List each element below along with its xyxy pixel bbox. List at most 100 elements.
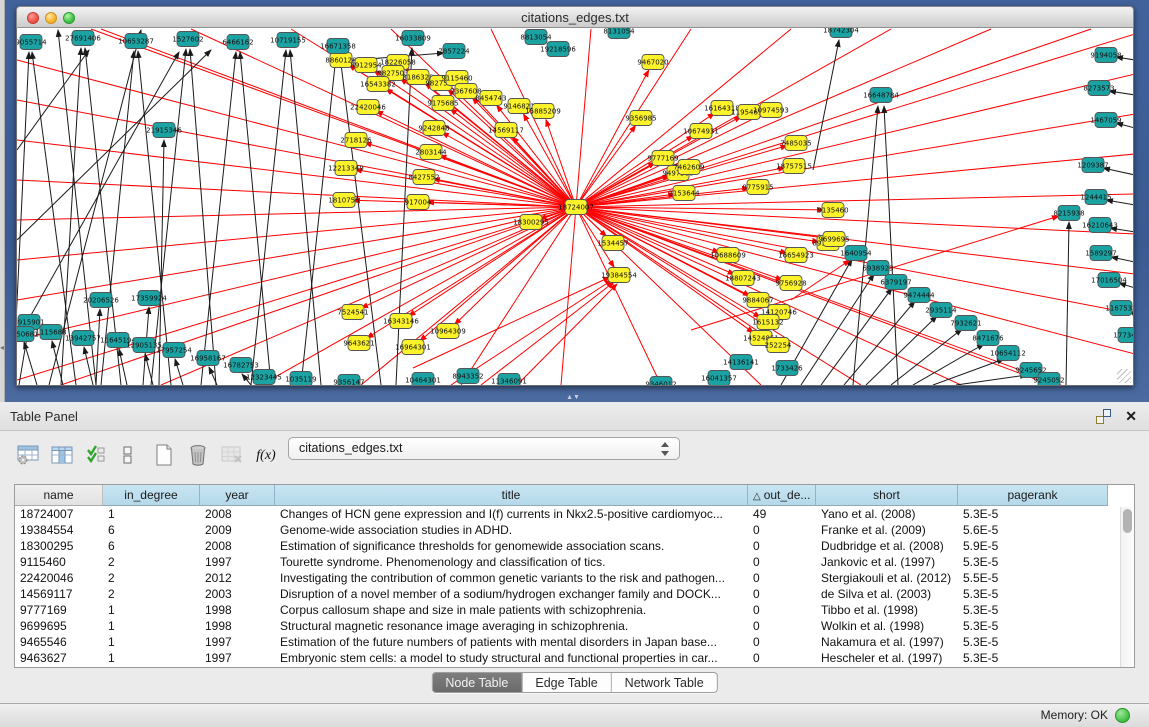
column-header-short[interactable]: short <box>816 485 958 506</box>
graph-node[interactable]: 1527602 <box>172 32 203 47</box>
canvas-resize-grip[interactable] <box>1117 369 1131 383</box>
graph-node[interactable]: 1035119 <box>285 372 316 387</box>
graph-node[interactable]: 16958167 <box>190 351 226 366</box>
graph-node[interactable]: 6466162 <box>222 35 253 50</box>
graph-node[interactable]: 16033809 <box>395 31 431 46</box>
column-header-in_degree[interactable]: in_degree <box>103 485 200 506</box>
delete-column-icon[interactable] <box>184 441 212 469</box>
column-header-title[interactable]: title <box>275 485 748 506</box>
network-window[interactable]: citations_edges.txt 18724007886012889129… <box>16 6 1134 386</box>
graph-node[interactable]: 18742304 <box>823 28 859 38</box>
graph-node[interactable]: 9356985 <box>625 111 656 126</box>
table-row[interactable]: 969969511998Structural magnetic resonanc… <box>15 618 1108 634</box>
function-builder-icon[interactable]: f(x) <box>252 441 280 469</box>
graph-node[interactable]: 10674931 <box>683 124 719 139</box>
graph-node[interactable]: 11346091 <box>491 374 527 387</box>
graph-node[interactable]: 14569117 <box>488 123 524 138</box>
graph-node[interactable]: 9756928 <box>775 276 806 291</box>
graph-node[interactable]: 1209387 <box>1077 158 1108 173</box>
tab-network-table[interactable]: Network Table <box>611 673 717 692</box>
float-panel-icon[interactable] <box>1096 409 1111 424</box>
graph-node[interactable]: 16671358 <box>320 39 356 54</box>
graph-node[interactable]: 9346012 <box>645 377 676 387</box>
graph-node[interactable]: 14136141 <box>723 355 759 370</box>
column-header-year[interactable]: year <box>200 485 275 506</box>
graph-node[interactable]: 16343146 <box>383 314 419 329</box>
tab-node-table[interactable]: Node Table <box>432 673 521 692</box>
graph-node[interactable]: 1244415 <box>1080 190 1111 205</box>
table-row[interactable]: 1830029562008Estimation of significance … <box>15 538 1108 554</box>
panel-collapse-arrow-icon[interactable]: ◂ <box>0 343 4 352</box>
graph-node[interactable]: 9699695 <box>818 232 849 247</box>
graph-node[interactable]: 1810755 <box>328 193 359 208</box>
graph-node[interactable]: 1167533 <box>1105 301 1134 316</box>
graph-node[interactable]: 20206526 <box>83 293 119 308</box>
table-row[interactable]: 911546021997Tourette syndrome. Phenomeno… <box>15 554 1108 570</box>
graph-node[interactable]: 9643621 <box>343 336 374 351</box>
tab-edge-table[interactable]: Edge Table <box>521 673 610 692</box>
graph-node[interactable]: 12213349 <box>328 161 364 176</box>
west-panel-collapsed[interactable]: ◂ <box>0 0 5 402</box>
close-window-button[interactable] <box>27 12 39 24</box>
new-column-icon[interactable] <box>150 441 178 469</box>
graph-node[interactable]: 27691406 <box>65 31 101 46</box>
graph-node[interactable]: 2153644 <box>668 186 700 201</box>
zoom-window-button[interactable] <box>63 12 75 24</box>
graph-node[interactable]: 8215938 <box>1053 206 1084 221</box>
graph-node[interactable]: 10653287 <box>118 34 154 49</box>
row-height-icon[interactable] <box>114 441 142 469</box>
graph-node[interactable]: 917004 <box>405 195 432 210</box>
graph-node[interactable]: 7932621 <box>950 316 981 331</box>
graph-node[interactable]: 8131054 <box>603 28 635 39</box>
minimize-window-button[interactable] <box>45 12 57 24</box>
graph-node[interactable]: 8943352 <box>452 369 483 384</box>
graph-node[interactable]: 2935114 <box>925 303 957 318</box>
graph-node[interactable]: 7485035 <box>780 136 811 151</box>
graph-node[interactable]: 19384554 <box>601 268 637 283</box>
network-window-titlebar[interactable]: citations_edges.txt <box>16 6 1134 28</box>
graph-node[interactable]: 1733426 <box>771 361 803 376</box>
graph-node[interactable]: 10464301 <box>405 373 441 387</box>
table-row[interactable]: 946362711997Embryonic stem cells: a mode… <box>15 650 1108 666</box>
column-header-out_de[interactable]: △out_de... <box>748 485 816 506</box>
graph-node[interactable]: 7857224 <box>438 44 470 59</box>
graph-node[interactable]: 7462609 <box>673 160 704 175</box>
graph-node[interactable]: 9245052 <box>1033 373 1064 387</box>
graph-node[interactable]: 9194058 <box>1090 48 1121 63</box>
graph-node[interactable]: 1467059 <box>1090 113 1121 128</box>
column-header-pagerank[interactable]: pagerank <box>958 485 1108 506</box>
table-row[interactable]: 1456911722003Disruption of a novel membe… <box>15 586 1108 602</box>
table-vertical-scrollbar[interactable] <box>1120 507 1133 667</box>
graph-node[interactable]: 16210643 <box>1082 218 1118 233</box>
table-row[interactable]: 946554611997Estimation of the future num… <box>15 634 1108 650</box>
graph-node[interactable]: 22420046 <box>350 100 386 115</box>
graph-node[interactable]: 6938923 <box>862 261 893 276</box>
table-row[interactable]: 1938455462009Genome-wide association stu… <box>15 522 1108 538</box>
graph-node[interactable]: 2718126 <box>340 133 372 148</box>
panel-splitter-handle[interactable]: ▲▼ <box>566 394 580 401</box>
graph-node[interactable]: 17016504 <box>1091 273 1127 288</box>
graph-node[interactable]: 16654923 <box>778 248 814 263</box>
table-source-select[interactable]: citations_edges.txt <box>288 437 680 460</box>
select-all-icon[interactable] <box>82 441 110 469</box>
graph-node[interactable]: 16041357 <box>701 371 737 386</box>
graph-node[interactable]: 1640954 <box>840 246 872 261</box>
graph-node[interactable]: 9467020 <box>637 55 668 70</box>
graph-node[interactable]: 9356147 <box>333 375 364 387</box>
table-row[interactable]: 977716911998Corpus callosum shape and si… <box>15 602 1108 618</box>
graph-node[interactable]: 8427552 <box>408 170 439 185</box>
table-row[interactable]: 2242004622012Investigating the contribut… <box>15 570 1108 586</box>
graph-node[interactable]: 10964309 <box>430 324 466 339</box>
memory-status-indicator[interactable] <box>1115 708 1130 723</box>
graph-node[interactable]: 8471676 <box>972 331 1004 346</box>
graph-node[interactable]: 18757515 <box>776 159 812 174</box>
table-mode-icon[interactable] <box>14 441 42 469</box>
graph-node[interactable]: 1115688 <box>35 325 66 340</box>
graph-node[interactable]: 1589297 <box>1085 246 1116 261</box>
graph-node[interactable]: 9135460 <box>817 203 848 218</box>
scrollbar-thumb[interactable] <box>1123 509 1132 533</box>
table-row[interactable]: 1872400712008Changes of HCN gene express… <box>15 506 1108 522</box>
graph-node[interactable]: 10654112 <box>990 346 1026 361</box>
graph-node[interactable]: 8775915 <box>742 180 773 195</box>
graph-node[interactable]: 6379197 <box>880 275 911 290</box>
